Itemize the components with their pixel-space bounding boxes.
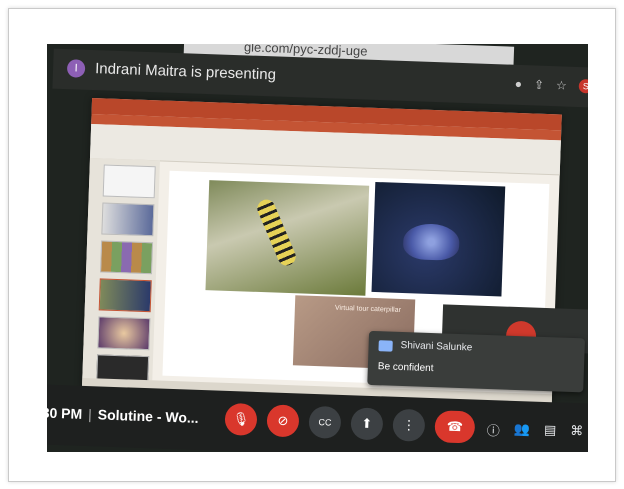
slide-thumbnail[interactable] [100, 240, 154, 275]
captions-button[interactable]: CC [308, 405, 342, 439]
caterpillar-photo [205, 180, 370, 296]
meeting-info: :30 PM | Solutine - Wo... [47, 404, 199, 426]
side-panel-buttons: ⓘ 👥 ▤ ⌘ [486, 420, 583, 442]
camera-toggle-button[interactable]: ⊘ [266, 404, 300, 438]
end-call-icon: ☎ [446, 418, 464, 435]
share-icon[interactable]: ⇪ [534, 77, 545, 91]
chat-sender: Shivani Salunke [400, 339, 473, 354]
meet-screen: gle.com/pyc-zddj-uge I Indrani Maitra is… [47, 44, 588, 452]
profile-avatar[interactable]: S [578, 79, 588, 94]
present-button[interactable]: ⬆ [350, 407, 384, 441]
chat-message: Be confident [377, 361, 434, 375]
info-icon[interactable]: ⓘ [486, 420, 500, 439]
slide-thumbnail-selected[interactable] [98, 278, 152, 313]
separator: | [87, 406, 93, 423]
meeting-time: :30 PM [47, 404, 83, 422]
chat-bubble-icon [378, 340, 393, 352]
camera-off-icon: ⊘ [277, 412, 289, 429]
presenting-label: Indrani Maitra is presenting [94, 60, 277, 84]
slide-thumbnail[interactable] [97, 316, 151, 351]
butterfly-image [402, 223, 460, 261]
butterfly-photo [371, 181, 506, 297]
caterpillar-image [254, 196, 299, 269]
chat-notification[interactable]: Shivani Salunke Be confident [367, 330, 586, 393]
slide-thumbnail[interactable] [102, 164, 156, 199]
slide-caption: Virtual tour caterpillar [334, 304, 402, 314]
mic-off-icon: 🎙 [232, 411, 250, 427]
people-icon[interactable]: 👥 [513, 421, 531, 441]
mic-toggle-button[interactable]: 🎙 [224, 402, 258, 436]
presenter-avatar: I [66, 59, 86, 78]
camera-icon[interactable]: ● [515, 77, 523, 91]
chat-icon[interactable]: ▤ [544, 422, 557, 441]
meet-screen-photo: gle.com/pyc-zddj-uge I Indrani Maitra is… [47, 44, 588, 452]
star-icon[interactable]: ☆ [556, 78, 567, 92]
slide-thumbnail[interactable] [101, 202, 155, 237]
slide-thumbnails-panel[interactable] [82, 158, 160, 389]
meeting-name: Solutine - Wo... [97, 406, 199, 426]
captions-icon: CC [318, 417, 332, 428]
more-vert-icon: ⋮ [402, 417, 416, 433]
activities-icon[interactable]: ⌘ [570, 423, 584, 442]
more-options-button[interactable]: ⋮ [392, 408, 426, 442]
end-call-button[interactable]: ☎ [434, 410, 476, 444]
browser-toolbar-icons: ● ⇪ ☆ S [515, 77, 588, 94]
present-icon: ⬆ [361, 415, 373, 432]
